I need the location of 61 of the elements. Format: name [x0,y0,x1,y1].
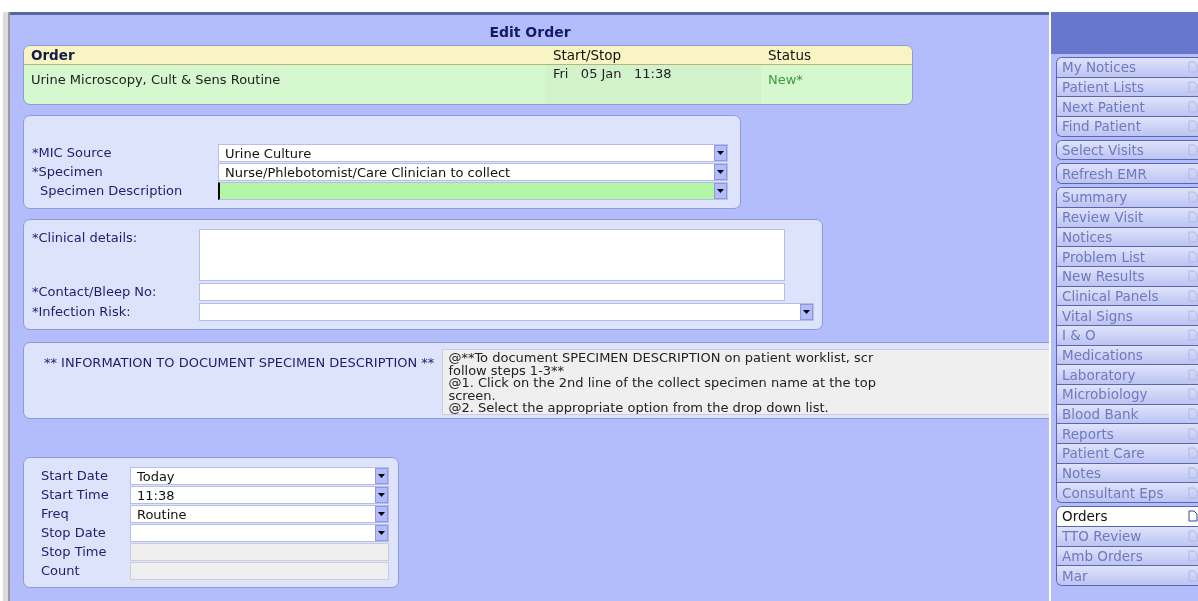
document-icon [1188,427,1198,440]
document-icon [1188,230,1198,243]
document-icon [1188,144,1198,157]
field-label: Freq [40,505,70,523]
document-icon [1188,120,1198,133]
document-icon [1188,447,1198,460]
info-text-line: follow steps 1-3** [448,364,565,377]
info-text-line: screen. [448,389,496,402]
field-label: Specimen Description [38,182,184,200]
document-icon [1188,81,1198,94]
document-icon [1188,569,1198,582]
field-label: Count [40,562,81,580]
field-label: Stop Time [40,543,108,561]
document-icon [1188,368,1198,381]
document-icon [1188,100,1198,113]
field-label: *Contact/Bleep No: [31,283,158,301]
info-text-line: @2. Select the appropriate option from the drop down list. [448,402,830,414]
info-heading: ** INFORMATION TO DOCUMENT SPECIMEN DESCRIPTION ** [43,354,435,372]
document-icon [1188,250,1198,263]
document-icon [1188,329,1198,342]
field-label: Start Date [40,467,109,485]
dropdown-field[interactable]: 11:38 [129,486,389,504]
table-cell: Fri 05 Jan 11:38 [545,65,761,104]
field-label: *MIC Source [31,144,113,162]
table-cell-text: Urine Microscopy, Cult & Sens Routine [29,71,282,89]
dropdown-field[interactable]: Urine Culture [217,144,728,162]
field-label: *Specimen [31,163,104,181]
field-label: Start Time [40,486,110,504]
dropdown-field[interactable]: Today [129,467,389,485]
document-icon [1188,486,1198,499]
field-label: *Infection Risk: [31,303,132,321]
document-icon [1188,167,1198,180]
document-icon [1188,467,1198,480]
dropdown-field[interactable]: Routine [129,505,389,523]
dropdown-field[interactable]: Nurse/Phlebotomist/Care Clinician to collect [217,163,728,181]
field-label: *Clinical details: [31,229,139,247]
document-icon [1188,211,1198,224]
dropdown-field[interactable] [198,303,814,321]
sidebar-item[interactable]: Orders [1057,507,1198,527]
document-icon [1188,309,1198,322]
document-icon [1188,530,1198,543]
field-label: Stop Date [40,524,107,542]
dropdown-field[interactable] [217,182,728,200]
table-cell-text: New* [766,71,804,89]
document-icon [1188,191,1198,204]
dropdown-field[interactable] [129,524,389,542]
column-header: Status [760,46,912,65]
info-text-line: @**To document SPECIMEN DESCRIPTION on patient worklist, scr [448,352,875,365]
document-icon [1188,61,1198,74]
info-text-line: @1. Click on the 2nd line of the collect specimen name at the top [448,377,877,390]
document-icon [1188,348,1198,361]
column-header: Order [23,46,546,65]
document-icon [1188,549,1198,562]
document-icon [1188,289,1198,302]
column-header: Start/Stop [545,46,761,65]
document-icon [1188,388,1198,401]
document-icon [1188,270,1198,283]
input-field[interactable] [198,283,785,301]
window-title: Edit Order [489,23,571,42]
document-icon [1188,510,1198,523]
document-icon [1188,408,1198,421]
